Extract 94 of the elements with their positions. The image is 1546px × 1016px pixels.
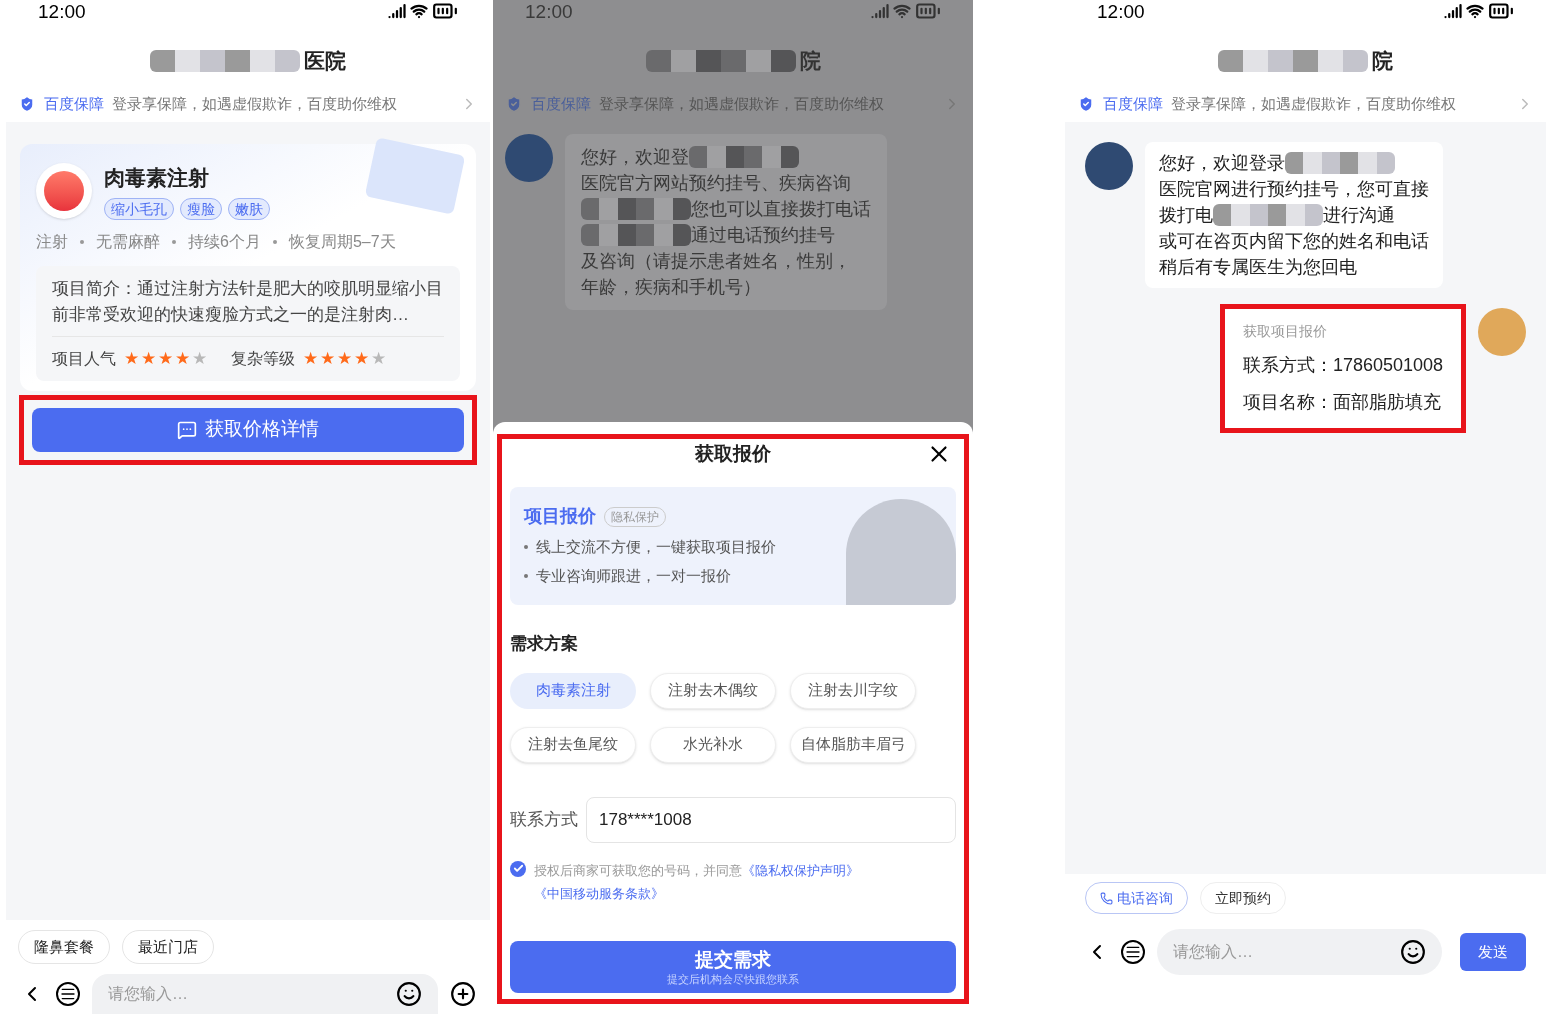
star-icon: ★ [303, 350, 318, 367]
guarantee-text: 登录享保障，如遇虚假欺诈，百度助你维权 [112, 93, 398, 114]
dot-separator [172, 239, 176, 244]
message-text: 年龄，疾病和手机号） [581, 275, 761, 299]
product-tag: 嫩肤 [228, 197, 270, 220]
section-title: 需求方案 [510, 633, 579, 655]
consent-text: 授权后商家可获取您的号码，并同意《隐私权保护声明》 《中国移动服务条款》 [534, 861, 860, 903]
star-icon: ★ [354, 350, 369, 367]
phone-icon [1100, 891, 1113, 905]
star-icon: ★ [192, 350, 207, 367]
contact-label: 联系方式 [510, 808, 578, 831]
status-time: 12:00 [1097, 1, 1145, 21]
rating-label: 项目人气 [52, 348, 116, 369]
message-text: 医院官方网站预约挂号、疾病咨询 [581, 171, 851, 195]
message-text: 进行沟通 [1323, 203, 1395, 227]
menu-icon[interactable] [56, 982, 80, 1006]
signal-icon [871, 2, 889, 20]
dot-separator [80, 239, 84, 244]
guarantee-brand: 百度保障 [1103, 93, 1163, 114]
option-chip[interactable]: 注射去木偶纹 [650, 672, 776, 709]
hospital-title: 医院 [304, 48, 346, 75]
message-text: 稍后有专属医生为您回电 [1159, 255, 1357, 279]
hospital-title: 院 [799, 48, 821, 75]
guarantee-brand: 百度保障 [531, 93, 591, 114]
quote-card-line: 联系方式：17860501008 [1242, 354, 1443, 377]
contact-field[interactable]: 178****1008 [586, 796, 956, 843]
status-time: 12:00 [525, 1, 573, 21]
message-text: 您好，欢迎登录 [1159, 151, 1285, 175]
avatar [505, 134, 553, 182]
shield-icon [1077, 95, 1095, 113]
star-icon: ★ [371, 350, 386, 367]
input-bar[interactable]: 请您输入… [1157, 929, 1442, 975]
wifi-icon [410, 2, 428, 20]
option-chip[interactable]: 注射去川字纹 [790, 672, 916, 709]
shield-icon [505, 95, 523, 113]
dot-separator [272, 239, 277, 244]
star-icon: ★ [141, 350, 156, 367]
guarantee-text: 登录享保障，如遇虚假欺诈，百度助你维权 [599, 93, 885, 114]
message-text: 医院官网进行预约挂号，您可直接 [1159, 177, 1429, 201]
promo-bullet: 专业咨询师跟进，一对一报价 [536, 565, 731, 586]
product-attribute: 持续6个月 [188, 231, 261, 252]
rating-label: 复杂等级 [231, 348, 295, 369]
submit-button[interactable]: 提交需求 提交后机构会尽快跟您联系 [510, 941, 956, 993]
add-icon[interactable] [450, 981, 476, 1007]
price-details-button[interactable]: 获取价格详情 [32, 407, 464, 452]
promo-title: 项目报价 [524, 505, 596, 528]
wifi-icon [1466, 2, 1484, 20]
star-icon: ★ [320, 350, 335, 367]
hospital-title: 院 [1372, 48, 1393, 75]
quote-card-line: 项目名称：面部脂肪填充 [1242, 391, 1442, 414]
signal-icon [1444, 2, 1462, 20]
option-chip[interactable]: 水光补水 [650, 726, 776, 763]
star-icon: ★ [175, 350, 190, 367]
promo-bullet: 线上交流不方便，一键获取项目报价 [536, 537, 776, 557]
chat-bubble-icon [177, 419, 197, 440]
product-attribute: 注射 [36, 231, 68, 252]
product-attribute: 无需麻醉 [96, 231, 160, 252]
signal-icon [388, 2, 406, 20]
message-input[interactable]: 请您输入… [1173, 940, 1400, 964]
option-chip[interactable]: 注射去鱼尾纹 [510, 726, 636, 763]
avatar [1478, 308, 1526, 356]
emoji-icon[interactable] [396, 981, 422, 1007]
terms-link[interactable]: 《中国移动服务条款》 [534, 885, 664, 901]
menu-icon[interactable] [1121, 940, 1145, 964]
product-attribute: 恢复周期5–7天 [288, 231, 396, 252]
product-tag: 缩小毛孔 [104, 197, 174, 220]
message-text: 通过电话预约挂号 [691, 223, 835, 247]
message-text: 您也可以直接拨打电话 [691, 197, 871, 221]
message-text: 或可在咨页内留下您的姓名和电话 [1159, 229, 1429, 253]
option-chip[interactable]: 自体脂肪丰眉弓 [790, 726, 916, 763]
option-chip[interactable]: 肉毒素注射 [510, 672, 636, 709]
star-icon: ★ [337, 350, 352, 367]
guarantee-brand: 百度保障 [44, 93, 104, 114]
terms-link[interactable]: 《隐私权保护声明》 [742, 862, 859, 878]
send-button[interactable]: 发送 [1460, 933, 1526, 971]
message-text: 及咨询（请提示患者姓名，性别， [581, 249, 851, 273]
shield-icon [18, 95, 36, 113]
avatar [1085, 142, 1133, 190]
product-tag: 瘦脸 [180, 197, 222, 220]
wifi-icon [893, 2, 911, 20]
intro-text: 项目简介：通过注射方法针是肥大的咬肌明显缩小目前非常受欢迎的快速瘦脸方式之一的是注射肉… [52, 275, 444, 337]
status-time: 12:00 [38, 1, 86, 21]
emoji-icon[interactable] [1400, 939, 1426, 965]
star-icon: ★ [158, 350, 173, 367]
star-icon: ★ [124, 350, 139, 367]
product-name: 肉毒素注射 [104, 165, 210, 191]
consent-checkbox[interactable] [510, 860, 526, 877]
modal-title: 获取报价 [695, 441, 771, 466]
message-text: 拨打电 [1159, 203, 1213, 227]
check-icon [512, 863, 524, 874]
input-bar[interactable]: 请您输入… [92, 974, 438, 1014]
guarantee-text: 登录享保障，如遇虚假欺诈，百度助你维权 [1171, 93, 1457, 114]
quote-card-title: 获取项目报价 [1242, 322, 1328, 341]
message-text: 您好，欢迎登 [581, 145, 689, 169]
